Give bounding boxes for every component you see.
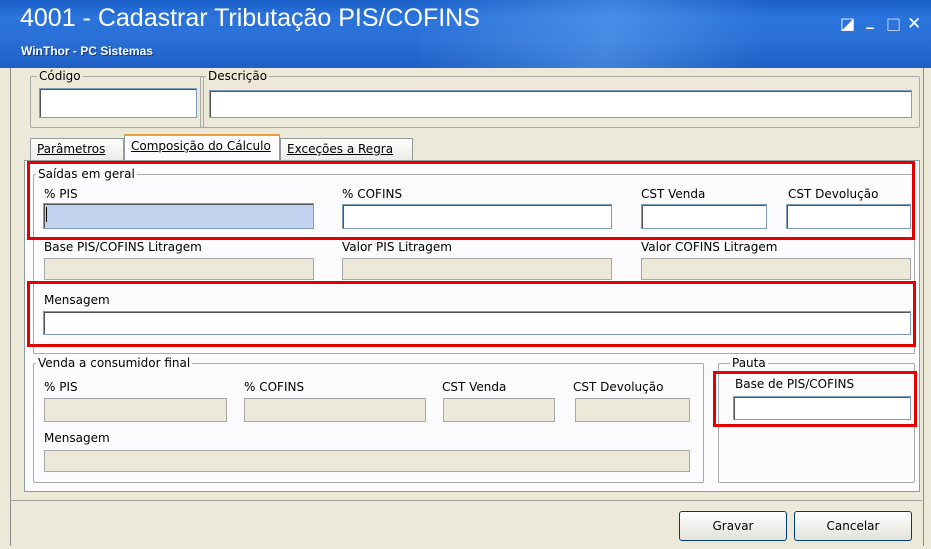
tab-composicao-label: Composição do Cálculo: [131, 139, 271, 153]
gravar-label: Gravar: [712, 519, 754, 533]
tab-composicao-calculo[interactable]: Composição do Cálculo: [124, 134, 280, 161]
consumidor-mensagem-label: Mensagem: [44, 431, 110, 445]
codigo-input[interactable]: [39, 88, 197, 118]
tab-parametros[interactable]: Parâmetros: [30, 138, 124, 160]
title-bar[interactable]: 4001 - Cadastrar Tributação PIS/COFINS W…: [0, 0, 931, 68]
consumidor-group-label: Venda a consumidor final: [36, 356, 193, 370]
highlight-pauta-base: [713, 371, 917, 427]
gravar-button[interactable]: Gravar: [679, 511, 787, 541]
bottom-separator: [10, 500, 922, 501]
close-icon[interactable]: ✕: [907, 14, 921, 34]
maximize-icon[interactable]: □: [886, 14, 901, 33]
valor-pis-litragem-label: Valor PIS Litragem: [342, 240, 452, 254]
tab-excecoes-label: Exceções a Regra: [287, 142, 394, 156]
consumidor-cofins-input: [244, 398, 426, 422]
valor-pis-litragem-input: [342, 258, 612, 280]
window-subtitle: WinThor - PC Sistemas: [21, 44, 153, 58]
tab-parametros-label: Parâmetros: [37, 142, 106, 156]
base-litragem-label: Base PIS/COFINS Litragem: [44, 240, 202, 254]
descricao-label: Descrição: [206, 69, 270, 83]
restore-icon[interactable]: ◪: [840, 14, 855, 33]
base-litragem-input: [44, 258, 314, 280]
descricao-input[interactable]: [209, 90, 912, 118]
window-title: 4001 - Cadastrar Tributação PIS/COFINS: [20, 4, 480, 32]
cancelar-button[interactable]: Cancelar: [794, 511, 912, 541]
consumidor-mensagem-input: [44, 450, 690, 472]
title-bar-glow: [420, 0, 840, 68]
consumidor-cst-venda-input: [443, 398, 555, 422]
codigo-label: Código: [37, 69, 83, 83]
valor-cofins-litragem-input: [641, 258, 911, 280]
tab-excecoes-regra[interactable]: Exceções a Regra: [280, 138, 413, 160]
consumidor-cst-devolucao-input: [575, 398, 690, 422]
consumidor-pis-label: % PIS: [44, 380, 78, 394]
consumidor-pis-input: [44, 398, 227, 422]
cancelar-label: Cancelar: [826, 519, 880, 533]
minimize-icon[interactable]: _: [866, 10, 874, 29]
highlight-saidas-fields: [27, 161, 915, 240]
highlight-mensagem: [27, 281, 916, 347]
consumidor-cst-venda-label: CST Venda: [442, 380, 507, 394]
consumidor-cst-devolucao-label: CST Devolução: [573, 380, 664, 394]
consumidor-cofins-label: % COFINS: [244, 380, 305, 394]
pauta-group-label: Pauta: [730, 356, 768, 370]
valor-cofins-litragem-label: Valor COFINS Litragem: [641, 240, 778, 254]
